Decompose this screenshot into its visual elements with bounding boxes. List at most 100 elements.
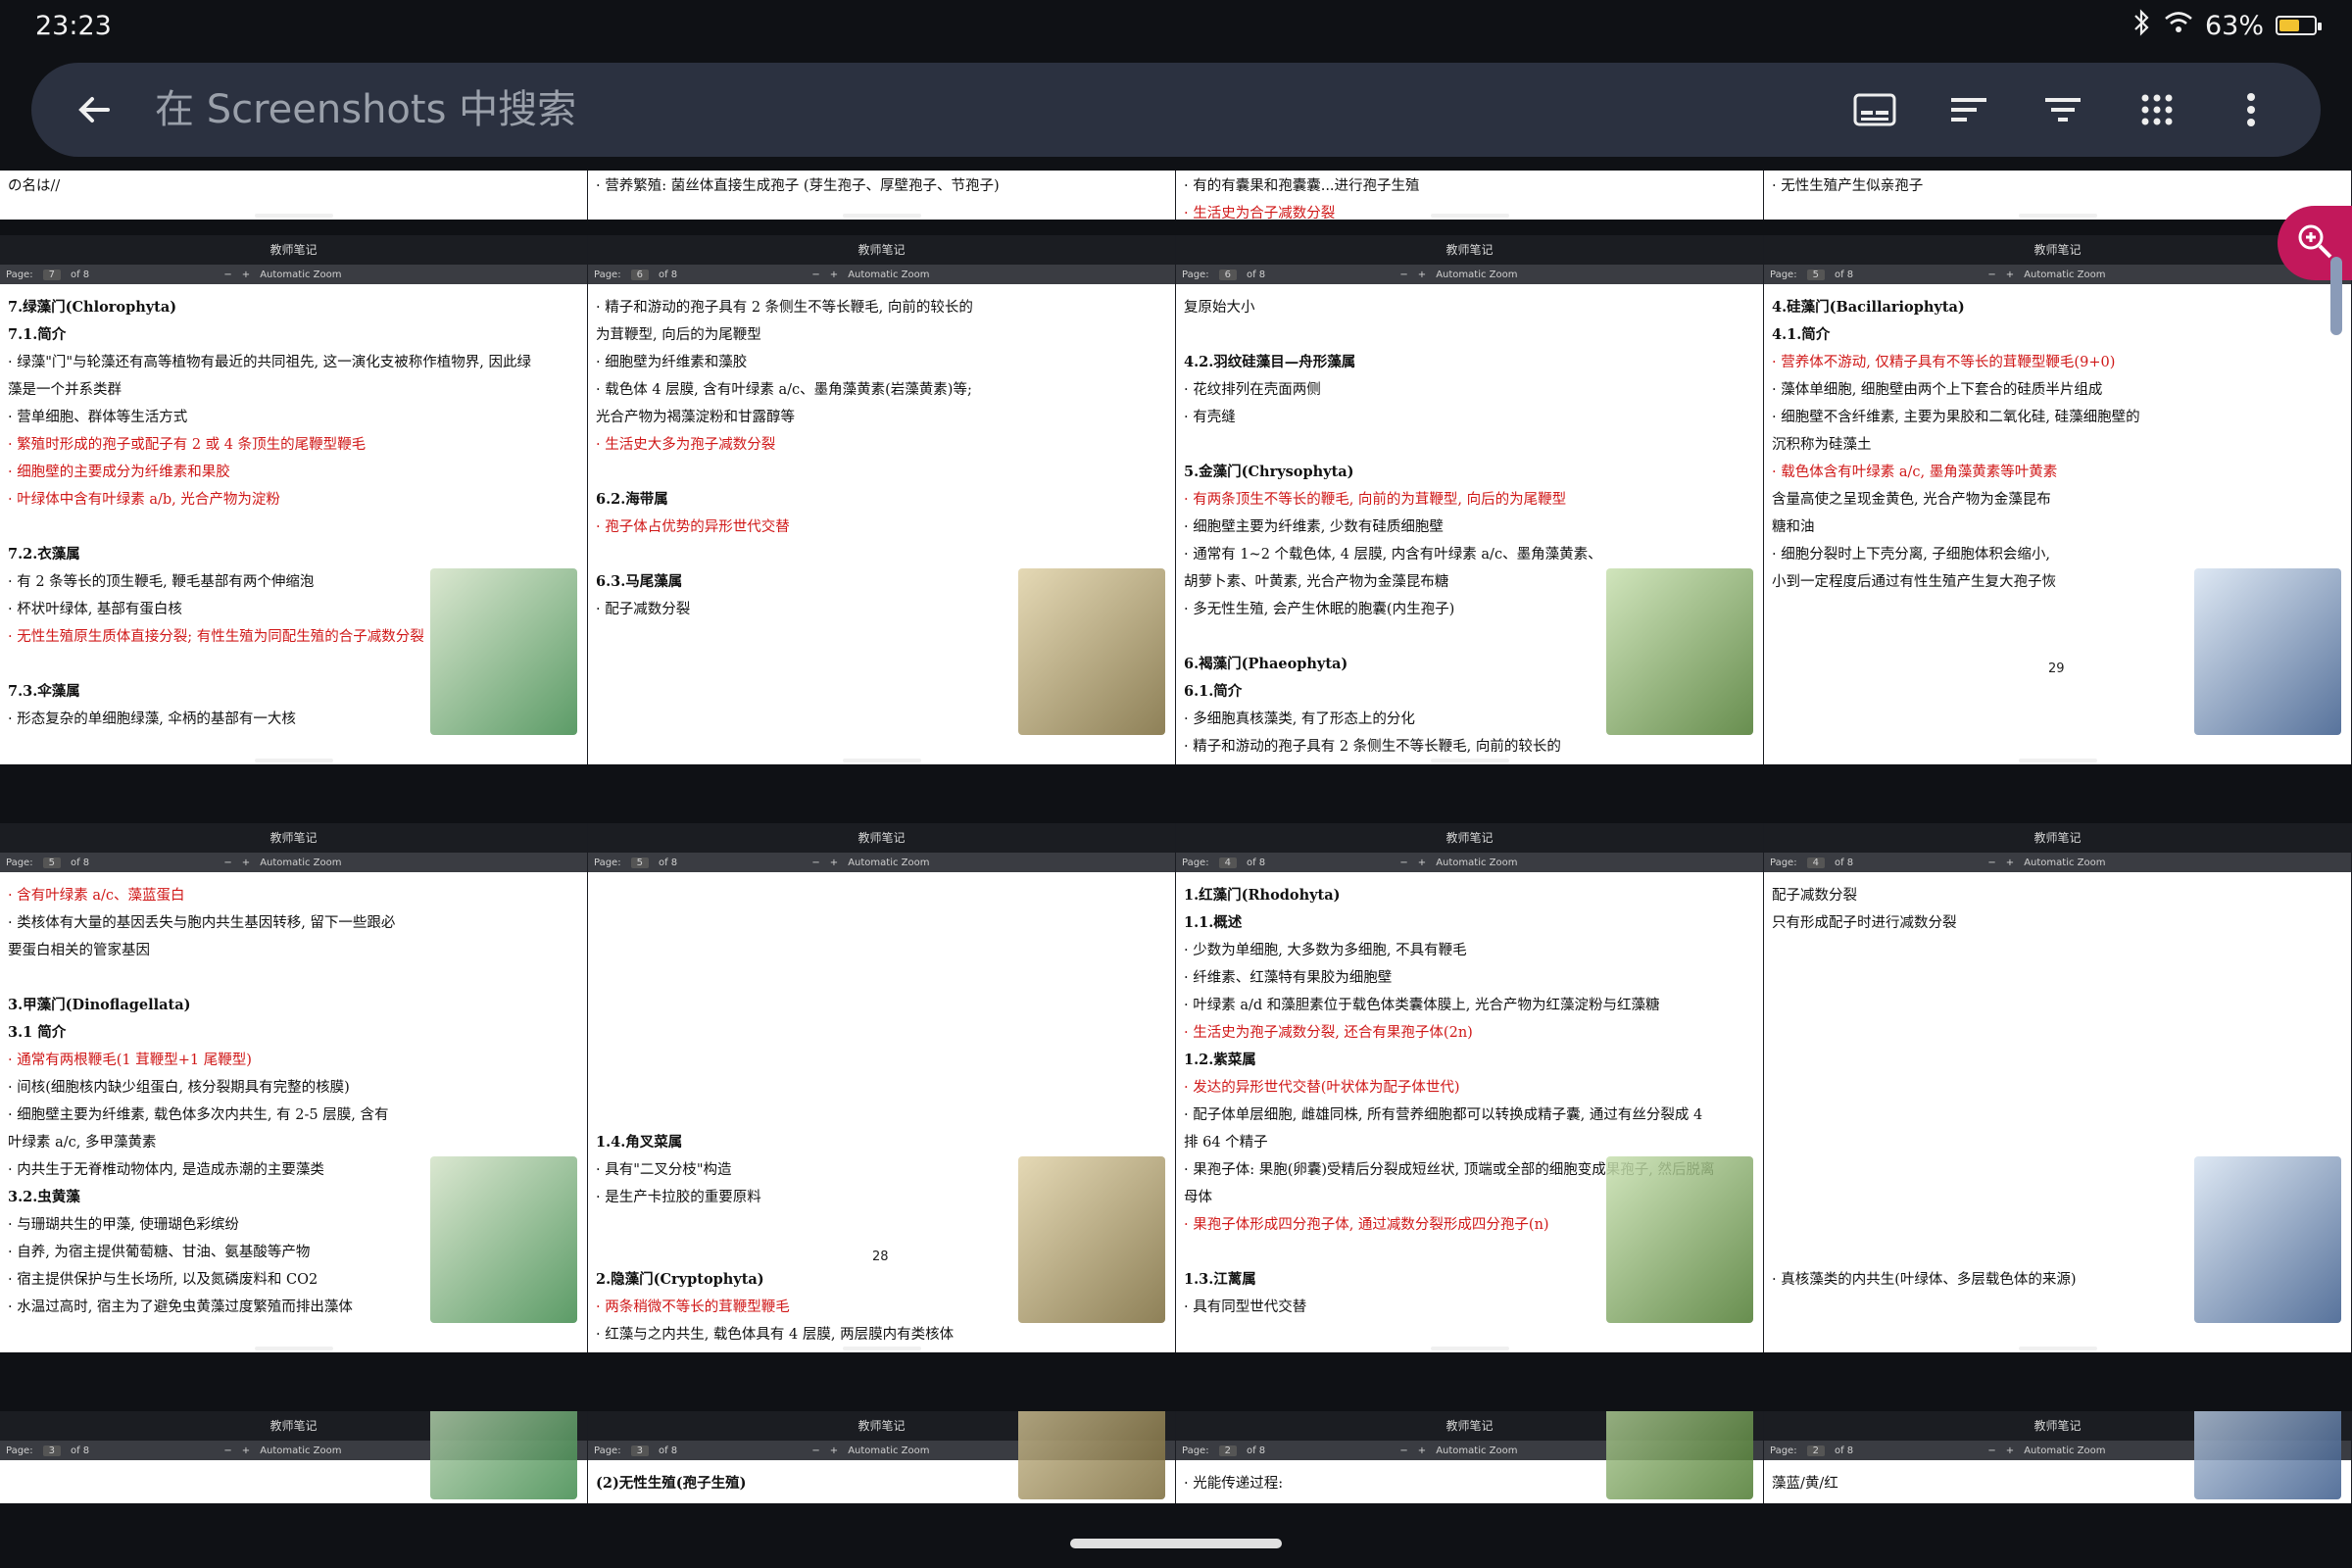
- zoom-in-small-icon: +: [829, 1445, 839, 1456]
- filter-icon[interactable]: [2033, 79, 2093, 140]
- gesture-nav-bar[interactable]: [1070, 1539, 1282, 1548]
- zoom-out-icon: −: [1399, 857, 1408, 868]
- more-vert-icon[interactable]: [2221, 79, 2281, 140]
- screenshot-thumbnail[interactable]: 教师笔记 Page: 4 of 8 − + Automatic Zoom 配子减数分裂 只有形成…: [1764, 823, 2352, 1352]
- zoom-out-icon: −: [1987, 857, 1996, 868]
- zoom-out-icon: −: [1399, 269, 1408, 280]
- text-line: · 类核体有大量的基因丢失与胞内共生基因转移, 留下一些跟必: [8, 915, 396, 931]
- zoom-out-icon: −: [1399, 1445, 1408, 1456]
- thumbnail-row: の名は// · 营养繁殖: 菌丝体直接生成孢子 (芽生孢子、厚壁孢子、节孢子) · …: [0, 171, 2352, 220]
- zoom-in-small-icon: +: [2005, 1445, 2015, 1456]
- screenshot-thumbnail[interactable]: 教师笔记 Page: 5 of 8 − + Automatic Zoom 1.4.角叉菜属 · …: [588, 823, 1176, 1352]
- screenshot-thumbnail[interactable]: 教师笔记 Page: 5 of 8 − + Automatic Zoom · 含有叶绿素 a/…: [0, 823, 588, 1352]
- screenshot-thumbnail[interactable]: · 营养繁殖: 菌丝体直接生成孢子 (芽生孢子、厚壁孢子、节孢子): [588, 171, 1176, 220]
- text-line: [8, 1321, 579, 1348]
- zoom-out-icon: −: [1987, 1445, 1996, 1456]
- wifi-icon: [2164, 11, 2193, 41]
- screenshot-thumbnail[interactable]: 教师笔记 Page: 3 of 8− + Automatic Zoom (2)无性生殖(孢子…: [588, 1411, 1176, 1503]
- text-line: 光合产物为褐藻淀粉和甘露醇等: [596, 410, 795, 425]
- thumbnail-header-title: 教师笔记: [588, 235, 1175, 265]
- text-line: · 载色体含有叶绿素 a/c, 墨角藻黄素等叶黄素: [1772, 465, 2058, 480]
- screenshot-thumbnail[interactable]: · 无性生殖产生似亲孢子: [1764, 171, 2352, 220]
- pdf-zoom-select: Automatic Zoom: [2024, 857, 2106, 868]
- text-line: · 孢子体占优势的异形世代交替: [596, 519, 790, 535]
- text-line: 1.1.概述: [1184, 914, 1243, 931]
- pdf-page-number: 5: [42, 857, 61, 868]
- text-line: [8, 964, 579, 992]
- text-line: · 营单细胞、群体等生活方式: [8, 410, 188, 425]
- figure-illustration: [2194, 568, 2341, 735]
- back-arrow-icon[interactable]: [55, 90, 133, 129]
- text-line: · 纤维素、红藻特有果胶为细胞壁: [1184, 970, 1393, 986]
- figure-illustration: [430, 568, 577, 735]
- text-line: · 有两条顶生不等长的鞭毛, 向前的为茸鞭型, 向后的为尾鞭型: [1184, 492, 1567, 508]
- text-line: [596, 937, 1167, 964]
- zoom-in-small-icon: +: [241, 857, 251, 868]
- text-line: 3.甲藻门(Dinoflagellata): [8, 997, 191, 1013]
- pdf-toolbar: Page: 6 of 8 − + Automatic Zoom: [1176, 265, 1763, 284]
- document-text: · 营养繁殖: 菌丝体直接生成孢子 (芽生孢子、厚壁孢子、节孢子): [588, 171, 1175, 210]
- screenshot-thumbnail[interactable]: 教师笔记 Page: 4 of 8 − + Automatic Zoom 1.红藻门(Rhod…: [1176, 823, 1764, 1352]
- pdf-page-number: 3: [630, 1445, 649, 1456]
- scrollbar-handle[interactable]: [2330, 257, 2342, 335]
- zoom-out-icon: −: [223, 857, 232, 868]
- text-line: 含量高使之呈现金黄色, 光合产物为金藻昆布: [1772, 492, 2051, 508]
- zoom-in-small-icon: +: [1417, 857, 1427, 868]
- text-line: 糖和油: [1772, 519, 1815, 535]
- figure-illustration: [2194, 1411, 2341, 1499]
- battery-percent: 63%: [2204, 10, 2264, 41]
- text-line: · 花纹排列在壳面两侧: [1184, 382, 1321, 398]
- text-line: [596, 992, 1167, 1019]
- text-line: · 生活史大多为孢子减数分裂: [596, 437, 776, 453]
- pdf-toolbar: Page: 5 of 8 − + Automatic Zoom: [588, 853, 1175, 872]
- text-line: [596, 1019, 1167, 1047]
- text-line: 1.红藻门(Rhodohyta): [1184, 887, 1341, 904]
- screenshot-thumbnail[interactable]: 教师笔记 Page: 6 of 8 − + Automatic Zoom 复原始大小 4.2.羽…: [1176, 235, 1764, 764]
- grid-view-icon[interactable]: [2127, 79, 2187, 140]
- thumbnail-row: 教师笔记 Page: 3 of 8− + Automatic Zoom 教师笔记 Page: 3…: [0, 1411, 2352, 1503]
- text-line: 6.2.海带属: [596, 491, 668, 508]
- screenshot-thumbnail[interactable]: 教师笔记 Page: 2 of 8− + Automatic Zoom · 光能传递过程:: [1176, 1411, 1764, 1503]
- screenshot-thumbnail[interactable]: の名は//: [0, 171, 588, 220]
- screenshot-thumbnail[interactable]: 教师笔记 Page: 6 of 8 − + Automatic Zoom · 精子和游动的孢子…: [588, 235, 1176, 764]
- text-line: [596, 882, 1167, 909]
- text-line: [596, 964, 1167, 992]
- search-input[interactable]: [153, 79, 1844, 140]
- pdf-page-number: 4: [1218, 857, 1237, 868]
- zoom-in-small-icon: +: [241, 1445, 251, 1456]
- screenshot-thumbnail[interactable]: · 有的有囊果和孢囊囊...进行孢子生殖 · 生活史为合子减数分裂: [1176, 171, 1764, 220]
- thumbnail-divider: [254, 214, 333, 218]
- text-line: · 少数为单细胞, 大多数为多细胞, 不具有鞭毛: [1184, 943, 1467, 958]
- figure-illustration: [430, 1411, 577, 1499]
- screenshot-thumbnail[interactable]: 教师笔记 Page: 2 of 8− + Automatic Zoom 藻蓝/黄/红: [1764, 1411, 2352, 1503]
- pdf-page-label: Page:: [1182, 857, 1209, 868]
- status-time: 23:23: [35, 10, 112, 41]
- text-line: [1184, 431, 1755, 459]
- pdf-page-count: of 8: [658, 857, 678, 868]
- text-line: 3.1 简介: [8, 1024, 67, 1041]
- text-line: · 细胞壁的主要成分为纤维素和果胶: [8, 465, 230, 480]
- figure-illustration: [1018, 1156, 1165, 1323]
- zoom-out-icon: −: [223, 1445, 232, 1456]
- thumbnail-header-title: 教师笔记: [0, 235, 587, 265]
- toolbar: [1844, 79, 2281, 140]
- pdf-page-count: of 8: [1834, 857, 1854, 868]
- text-line: · 红藻与之内共生, 载色体具有 4 层膜, 两层膜内有类核体: [596, 1327, 955, 1343]
- screenshot-thumbnail[interactable]: 教师笔记 Page: 5 of 8 − + Automatic Zoom 4.硅藻门(Baci…: [1764, 235, 2352, 764]
- text-line: · 细胞壁主要为纤维素, 少数有硅质细胞壁: [1184, 519, 1444, 535]
- text-line: [1772, 937, 2343, 964]
- thumbnail-row: 教师笔记 Page: 5 of 8− + Automatic Zoom · 含有叶绿素 a/…: [0, 823, 2352, 1352]
- pdf-zoom-select: Automatic Zoom: [2024, 1445, 2106, 1456]
- pdf-page-label: Page:: [1770, 269, 1797, 280]
- text-line: · 营养体不游动, 仅精子具有不等长的茸鞭型鞭毛(9+0): [1772, 355, 2116, 370]
- subtitles-icon[interactable]: [1844, 79, 1905, 140]
- figure-illustration: [2194, 1156, 2341, 1323]
- screenshot-thumbnail[interactable]: 教师笔记 Page: 3 of 8− + Automatic Zoom: [0, 1411, 588, 1503]
- text-line: 配子减数分裂: [1772, 888, 1857, 904]
- text-line: 叶绿素 a/c, 多甲藻黄素: [8, 1135, 157, 1151]
- zoom-in-icon: [2296, 222, 2333, 264]
- screenshot-thumbnail[interactable]: 教师笔记 Page: 7 of 8 − + Automatic Zoom 7.绿藻门(Chlo…: [0, 235, 588, 764]
- sort-icon[interactable]: [1938, 79, 1999, 140]
- text-line: [1772, 1047, 2343, 1074]
- text-line: · 通常有 1~2 个载色体, 4 层膜, 内含有叶绿素 a/c、墨角藻黄素、: [1184, 547, 1602, 563]
